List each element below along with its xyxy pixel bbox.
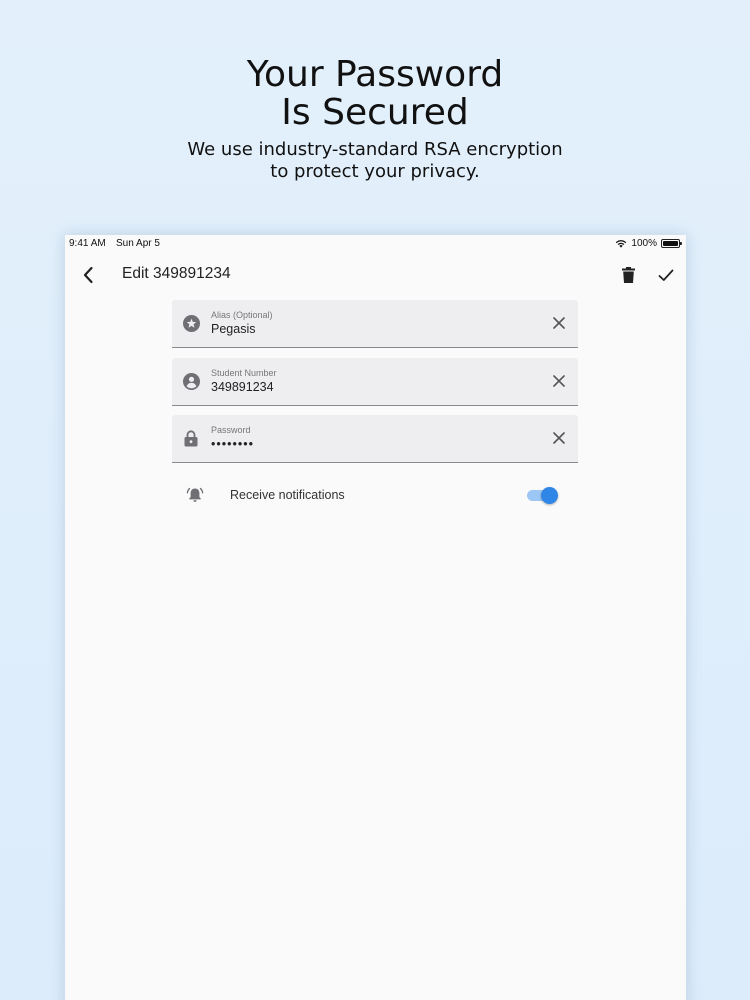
account-circle-icon [182,372,200,390]
alias-label: Alias (Optional) [211,310,273,320]
lock-icon [182,429,200,447]
status-time: 9:41 AM [69,238,106,249]
student-number-label: Student Number [211,368,277,378]
promo-subtitle-line-1: We use industry-standard RSA encryption [187,139,563,160]
check-icon [658,269,674,281]
student-number-input[interactable] [211,380,531,394]
password-field[interactable]: Password •••••••• [172,415,578,463]
chevron-left-icon [83,266,93,284]
alias-field[interactable]: Alias (Optional) [172,300,578,348]
star-circle-icon [182,314,200,332]
student-number-clear-button[interactable] [552,374,566,388]
alias-input[interactable] [211,322,531,336]
promo-title-line-2: Is Secured [281,92,469,133]
password-input[interactable]: •••••••• [211,437,531,451]
status-indicators: 100% [615,238,682,249]
back-button[interactable] [77,264,99,286]
status-date: Sun Apr 5 [116,238,160,249]
password-label: Password [211,425,251,435]
alias-clear-button[interactable] [552,316,566,330]
status-bar: 9:41 AM Sun Apr 5 100% [65,235,686,252]
battery-percent: 100% [631,238,657,249]
app-bar: Edit 349891234 [65,252,686,296]
promo-subtitle: We use industry-standard RSA encryption … [0,139,750,183]
page-title: Edit 349891234 [122,265,231,282]
promo-subtitle-line-2: to protect your privacy. [270,161,480,182]
close-icon [553,375,565,387]
promo-title-line-1: Your Password [246,54,504,95]
delete-button[interactable] [618,264,638,286]
notifications-toggle[interactable] [527,487,558,504]
close-icon [553,432,565,444]
notifications-label: Receive notifications [230,488,345,502]
trash-icon [621,267,635,283]
device-screen: 9:41 AM Sun Apr 5 100% Edit 349891234 Al… [65,235,686,1000]
bell-ringing-icon [186,487,204,502]
close-icon [553,317,565,329]
save-button[interactable] [655,264,677,286]
wifi-icon [616,240,627,248]
battery-icon [661,239,682,248]
toggle-thumb [541,487,558,504]
student-number-field[interactable]: Student Number [172,358,578,406]
password-clear-button[interactable] [552,431,566,445]
notifications-row: Receive notifications [172,479,578,511]
promo-title: Your Password Is Secured [0,56,750,132]
